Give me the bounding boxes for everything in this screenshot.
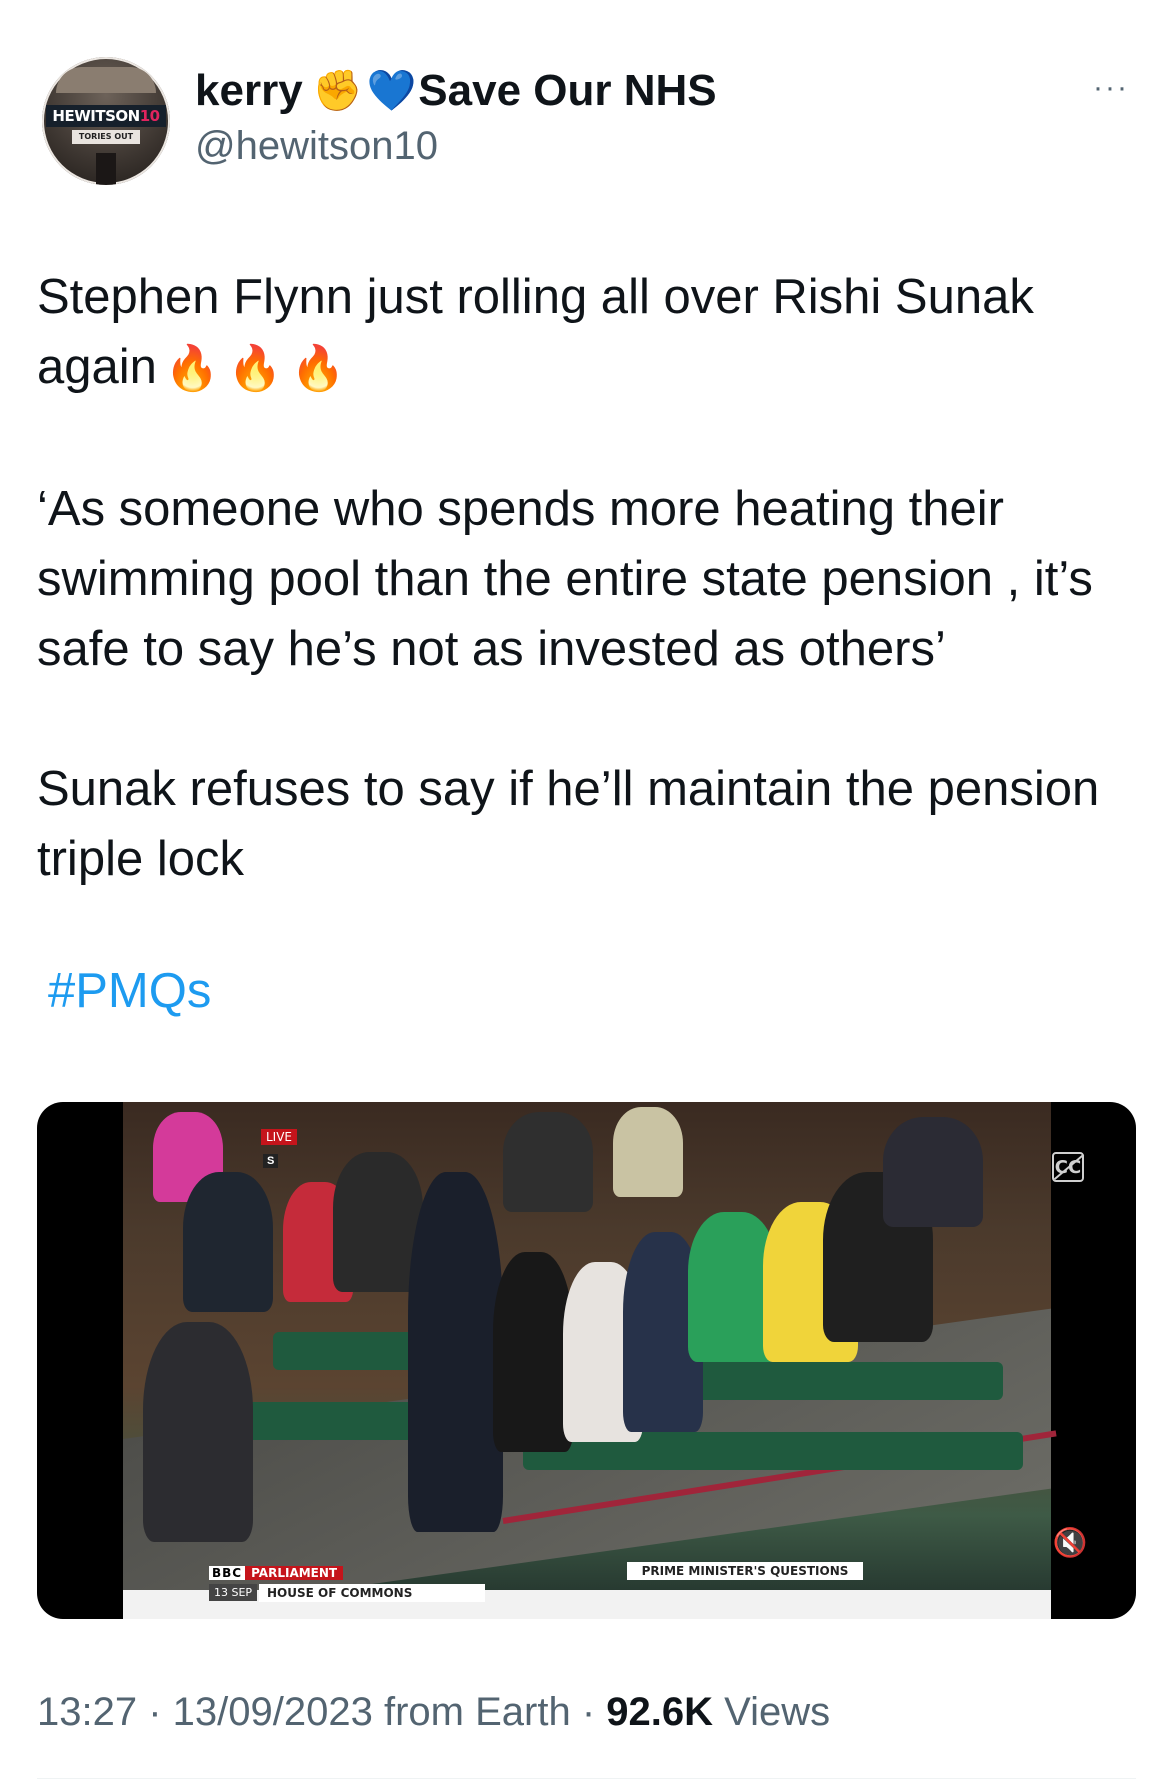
member	[883, 1117, 983, 1227]
more-options-icon[interactable]: ···	[1086, 73, 1136, 108]
broadcast-location: HOUSE OF COMMONS	[259, 1584, 485, 1602]
member	[183, 1172, 273, 1312]
channel-name: PARLIAMENT	[245, 1566, 344, 1580]
blue-heart-icon: 💙	[366, 69, 417, 113]
member-standing	[408, 1172, 503, 1532]
fire-icon: 🔥	[164, 344, 220, 393]
video-player[interactable]: LIVE S BBC PARLIAMENT 13 SEP HOUSE OF CO…	[37, 1102, 1136, 1619]
channel-bar: BBC PARLIAMENT	[209, 1562, 344, 1584]
views-count[interactable]: 92.6K	[606, 1690, 713, 1734]
author-display-suffix[interactable]: Save Our NHS	[418, 66, 716, 116]
tweet-paragraph-3: Sunak refuses to say if he’ll maintain t…	[37, 762, 1100, 886]
tweet-header: HEWITSON10 TORIES OUT kerry ✊ 💙 Save Our…	[0, 0, 1166, 200]
tweet-paragraph-1: Stephen Flynn just rolling all over Rish…	[37, 270, 1034, 394]
author-display-name[interactable]: kerry	[195, 66, 303, 116]
separator-dot: ·	[148, 1690, 173, 1734]
avatar-sign: HEWITSON10	[46, 105, 166, 127]
mute-icon[interactable]: 🔇	[1052, 1527, 1088, 1559]
fire-icon: 🔥	[227, 344, 283, 393]
captions-off-icon[interactable]: CC	[1052, 1152, 1084, 1182]
tweet-paragraph-2: ‘As someone who spends more heating thei…	[37, 482, 1093, 676]
fire-icon: 🔥	[290, 344, 346, 393]
tweet-source: from Earth	[384, 1690, 571, 1734]
tweet-time[interactable]: 13:27	[37, 1690, 137, 1734]
member	[503, 1112, 593, 1212]
author-avatar[interactable]: HEWITSON10 TORIES OUT	[42, 57, 170, 185]
live-indicator: S	[263, 1154, 279, 1168]
tweet-date[interactable]: 13/09/2023	[173, 1690, 373, 1734]
avatar-sub-sign: TORIES OUT	[72, 130, 140, 144]
live-badge: LIVE	[261, 1129, 298, 1145]
member	[143, 1322, 253, 1542]
raised-fist-icon: ✊	[312, 69, 363, 113]
video-frame[interactable]	[123, 1102, 1057, 1619]
author-name-line[interactable]: kerry ✊ 💙 Save Our NHS	[195, 62, 717, 120]
bbc-logo: BBC	[209, 1566, 246, 1580]
tweet-metadata: 13:27 · 13/09/2023 from Earth · 92.6K Vi…	[37, 1690, 830, 1735]
program-title: PRIME MINISTER'S QUESTIONS	[627, 1562, 863, 1580]
hashtag-link[interactable]: #PMQs	[48, 963, 211, 1019]
avatar-door	[96, 153, 116, 185]
author-handle[interactable]: @hewitson10	[195, 124, 438, 169]
tweet-text: Stephen Flynn just rolling all over Rish…	[37, 262, 1127, 894]
separator-dot: ·	[581, 1690, 607, 1734]
divider	[37, 1778, 1136, 1779]
broadcast-date: 13 SEP	[209, 1584, 258, 1601]
member	[613, 1107, 683, 1197]
avatar-building-roof	[56, 67, 156, 93]
views-label: Views	[724, 1690, 831, 1734]
member	[493, 1252, 573, 1452]
